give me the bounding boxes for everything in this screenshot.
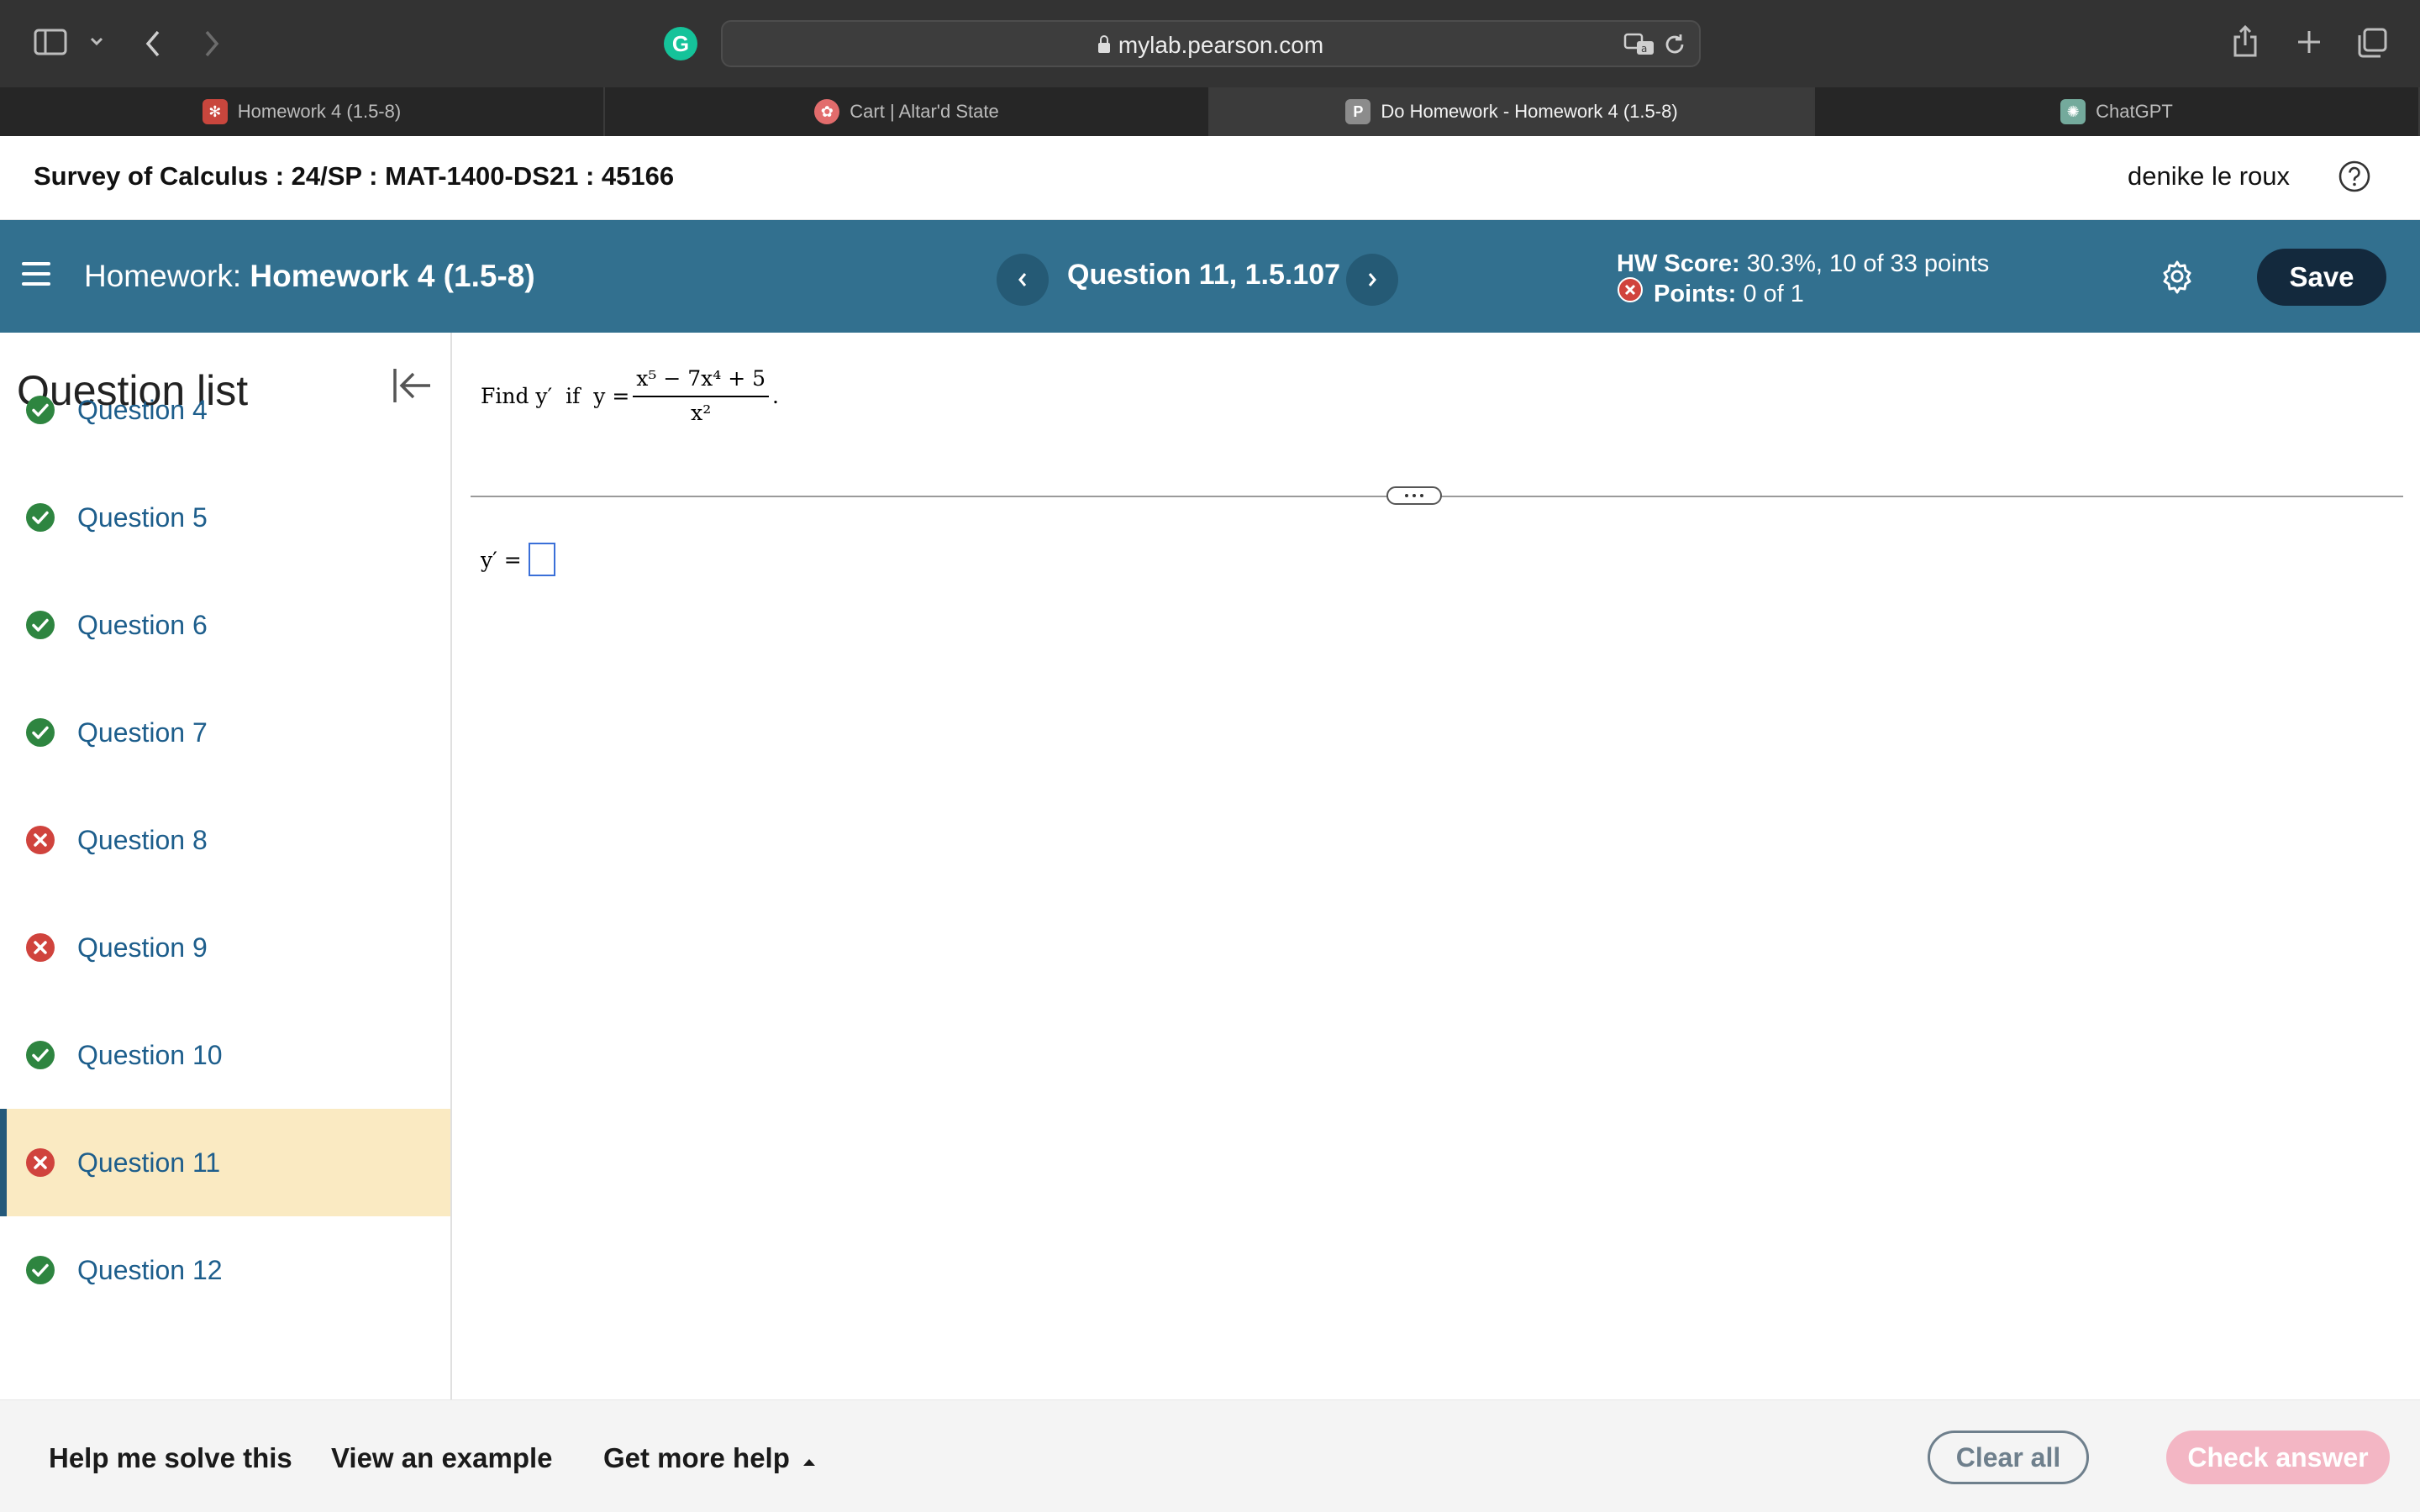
get-more-help-button[interactable]: Get more help [603, 1442, 816, 1474]
view-example-button[interactable]: View an example [331, 1442, 553, 1474]
tab-label: Homework 4 (1.5-8) [237, 101, 402, 122]
check-circle-icon [25, 1040, 55, 1070]
browser-toolbar: G mylab.pearson.com a [0, 0, 2420, 87]
course-header: Survey of Calculus : 24/SP : MAT-1400-DS… [0, 136, 2420, 220]
hamburger-menu-icon[interactable] [22, 262, 50, 287]
fraction: x⁵ − 7x⁴ + 5 x² [633, 366, 770, 425]
question-list-panel: Question list Question 4 Question 5 Questi… [0, 333, 452, 1399]
question-list-label: Question 7 [77, 717, 208, 748]
save-button[interactable]: Save [2257, 249, 2386, 306]
question-list-label: Question 8 [77, 824, 208, 855]
prompt-find: Find y′ [481, 383, 553, 408]
x-circle-icon [25, 825, 55, 855]
tab-overview-icon[interactable] [2356, 27, 2388, 59]
prompt-if: if [566, 383, 581, 408]
question-list-item[interactable]: Question 9 [0, 894, 450, 1001]
x-circle-icon [25, 932, 55, 963]
question-list-item[interactable]: Question 8 [0, 786, 450, 894]
help-toolbar: Help me solve this View an example Get m… [0, 1399, 2420, 1512]
prompt-y: y = [593, 383, 630, 408]
svg-text:a: a [1641, 43, 1647, 55]
question-list-label: Question 5 [77, 501, 208, 533]
score-panel: HW Score: 30.3%, 10 of 33 points Points:… [1617, 249, 1989, 311]
question-list-item[interactable]: Question 7 [0, 679, 450, 786]
share-icon[interactable] [2232, 24, 2259, 59]
tab-label: Cart | Altar'd State [850, 101, 999, 122]
homework-prefix: Homework: [84, 259, 242, 293]
question-title: Question 11, 1.5.107 [1067, 259, 1341, 291]
check-circle-icon [25, 717, 55, 748]
check-circle-icon [25, 502, 55, 533]
clear-all-button[interactable]: Clear all [1928, 1431, 2089, 1484]
hw-score-value: 30.3%, 10 of 33 points [1746, 250, 1990, 277]
chatgpt-icon: ✺ [2060, 99, 2086, 124]
answer-label: y′ = [481, 547, 522, 572]
tab-cart[interactable]: ✿ Cart | Altar'd State [605, 87, 1210, 136]
chevron-down-icon[interactable] [89, 35, 104, 47]
question-list-label: Question 4 [77, 394, 208, 425]
gear-icon[interactable] [2160, 259, 2195, 298]
question-list-item[interactable]: Question 11 [0, 1109, 450, 1216]
course-title: Survey of Calculus : 24/SP : MAT-1400-DS… [34, 161, 675, 191]
grammarly-icon[interactable]: G [664, 27, 697, 60]
chevron-right-icon [1368, 273, 1376, 286]
answer-input[interactable] [528, 543, 555, 576]
incorrect-icon [1617, 276, 1644, 311]
snowflake-icon: ✻ [202, 99, 228, 124]
points-label: Points: [1654, 281, 1737, 307]
question-list-item[interactable]: Question 5 [0, 464, 450, 571]
user-name[interactable]: denike le roux [2128, 161, 2290, 192]
question-list-item[interactable]: Question 6 [0, 571, 450, 679]
get-more-help-label: Get more help [603, 1442, 790, 1473]
check-circle-icon [25, 1255, 55, 1285]
next-question-button[interactable] [1346, 254, 1398, 306]
check-answer-button[interactable]: Check answer [2166, 1431, 2390, 1484]
tab-homework[interactable]: ✻ Homework 4 (1.5-8) [0, 87, 605, 136]
points-value: 0 of 1 [1743, 281, 1804, 307]
divider-handle[interactable] [1386, 486, 1442, 505]
help-icon[interactable] [2338, 160, 2371, 197]
previous-question-button[interactable] [997, 254, 1049, 306]
homework-bar: Homework: Homework 4 (1.5-8) Question 11… [0, 220, 2420, 333]
tab-do-homework[interactable]: P Do Homework - Homework 4 (1.5-8) [1210, 87, 1815, 136]
question-list-label: Question 11 [77, 1147, 221, 1178]
lock-icon [1097, 35, 1110, 53]
back-icon[interactable] [143, 29, 163, 59]
reload-icon[interactable] [1662, 32, 1687, 57]
tab-label: Do Homework - Homework 4 (1.5-8) [1381, 101, 1678, 122]
question-list-label: Question 10 [77, 1039, 223, 1070]
question-prompt: Find y′ if y = x⁵ − 7x⁴ + 5 x² . [481, 366, 779, 425]
help-me-solve-button[interactable]: Help me solve this [49, 1442, 292, 1474]
pearson-icon: P [1345, 99, 1371, 124]
altard-state-icon: ✿ [814, 99, 840, 124]
question-area: Find y′ if y = x⁵ − 7x⁴ + 5 x² . y′ = [454, 333, 2420, 1399]
question-list-label: Question 6 [77, 609, 208, 640]
sidebar-toggle-icon[interactable] [34, 29, 67, 55]
question-list-item[interactable]: Question 12 [0, 1216, 450, 1324]
question-list-label: Question 12 [77, 1254, 223, 1285]
new-tab-icon[interactable] [2296, 29, 2323, 55]
caret-up-icon [803, 1459, 816, 1466]
homework-title: Homework: Homework 4 (1.5-8) [84, 259, 535, 294]
check-circle-icon [25, 395, 55, 425]
question-list-item[interactable]: Question 10 [0, 1001, 450, 1109]
x-circle-icon [25, 1147, 55, 1178]
translate-icon[interactable]: a [1623, 32, 1657, 57]
chevron-left-icon [1018, 273, 1027, 286]
question-list-item[interactable]: Question 4 [0, 356, 450, 464]
url-text: mylab.pearson.com [1118, 32, 1324, 58]
browser-tabs: ✻ Homework 4 (1.5-8) ✿ Cart | Altar'd St… [0, 87, 2420, 136]
address-bar[interactable]: mylab.pearson.com a [721, 20, 1701, 67]
answer-row: y′ = [481, 543, 555, 576]
tab-label: ChatGPT [2096, 101, 2173, 122]
tab-chatgpt[interactable]: ✺ ChatGPT [1815, 87, 2420, 136]
homework-name: Homework 4 (1.5-8) [250, 259, 535, 293]
forward-icon[interactable] [202, 29, 222, 59]
check-circle-icon [25, 610, 55, 640]
question-list-label: Question 9 [77, 932, 208, 963]
fraction-denominator: x² [691, 401, 712, 425]
hw-score-label: HW Score: [1617, 250, 1740, 277]
fraction-numerator: x⁵ − 7x⁴ + 5 [633, 366, 770, 397]
